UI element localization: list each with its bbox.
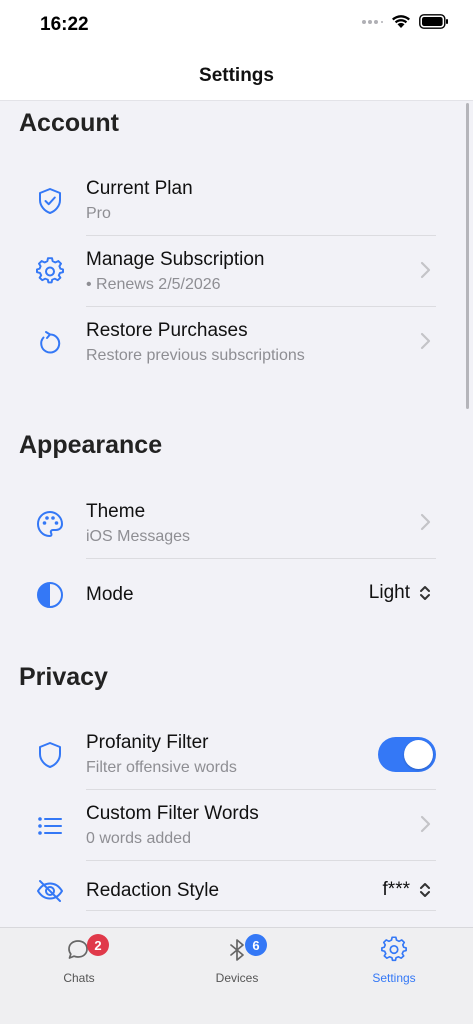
half-circle-icon <box>35 580 65 610</box>
row-subtitle: Pro <box>86 205 111 222</box>
chevron-right-icon <box>420 332 431 350</box>
chevron-up-down-icon <box>420 586 430 600</box>
row-title: Custom Filter Words <box>86 803 259 824</box>
account-group: Current Plan Pro Manage Subscription • R… <box>19 165 454 378</box>
tab-devices[interactable]: 6 Devices <box>177 934 297 986</box>
list-icon <box>35 811 65 841</box>
row-manage-subscription[interactable]: Manage Subscription • Renews 2/5/2026 <box>19 236 454 307</box>
mode-picker[interactable]: Light <box>369 582 432 604</box>
row-subtitle: Restore previous subscriptions <box>86 347 305 364</box>
row-title: Manage Subscription <box>86 249 265 270</box>
row-subtitle: Filter offensive words <box>86 759 237 776</box>
row-theme[interactable]: Theme iOS Messages <box>19 488 454 559</box>
chevron-up-down-icon <box>420 883 430 897</box>
battery-icon <box>419 14 448 29</box>
section-header-privacy: Privacy <box>19 663 108 691</box>
gear-icon <box>381 936 407 962</box>
eye-slash-icon <box>35 876 65 906</box>
wifi-icon <box>392 15 410 28</box>
tab-label: Settings <box>372 971 416 985</box>
tab-bar: 2 Chats 6 Devices Settings <box>0 927 473 1024</box>
devices-badge: 6 <box>245 934 267 956</box>
status-bar: 16:22 <box>0 0 473 52</box>
redaction-style-value: f*** <box>382 879 410 900</box>
refresh-icon <box>35 328 65 358</box>
chevron-right-icon <box>420 815 431 833</box>
privacy-group: Profanity Filter Filter offensive words … <box>19 719 454 927</box>
row-title: Restore Purchases <box>86 320 248 341</box>
row-title: Theme <box>86 501 146 522</box>
shield-icon <box>35 740 65 770</box>
tab-label: Devices <box>215 971 259 985</box>
row-title: Redaction Style <box>86 880 220 901</box>
chevron-right-icon <box>420 261 431 279</box>
tab-settings[interactable]: Settings <box>334 934 454 986</box>
status-time: 16:22 <box>40 14 89 35</box>
tab-chats[interactable]: 2 Chats <box>19 934 139 986</box>
tab-label: Chats <box>63 971 95 985</box>
row-title: Mode <box>86 584 134 605</box>
chevron-right-icon <box>420 513 431 531</box>
mode-value: Light <box>368 582 410 603</box>
nav-bar: Settings <box>0 52 473 101</box>
redaction-style-picker[interactable]: f*** <box>383 879 432 901</box>
row-custom-filter-words[interactable]: Custom Filter Words 0 words added <box>19 790 454 861</box>
status-icons <box>361 14 449 29</box>
gear-icon <box>35 257 65 287</box>
profanity-filter-toggle[interactable] <box>378 737 436 772</box>
settings-content[interactable]: Account Current Plan Pro Manage Subscrip… <box>0 101 473 927</box>
appearance-group: Theme iOS Messages Mode Light <box>19 488 454 630</box>
page-title: Settings <box>199 65 274 86</box>
shield-check-icon <box>35 186 65 216</box>
row-profanity-filter: Profanity Filter Filter offensive words <box>19 719 454 790</box>
scroll-indicator[interactable] <box>466 103 469 409</box>
signal-icon <box>362 19 383 24</box>
section-header-appearance: Appearance <box>19 431 163 459</box>
section-header-account: Account <box>19 109 119 137</box>
row-title: Profanity Filter <box>86 732 209 753</box>
row-redaction-style[interactable]: Redaction Style f*** <box>19 861 454 927</box>
row-subtitle: iOS Messages <box>86 528 191 545</box>
divider <box>86 910 436 911</box>
row-subtitle: • Renews 2/5/2026 <box>86 276 221 293</box>
chats-badge: 2 <box>87 934 109 956</box>
row-restore-purchases[interactable]: Restore Purchases Restore previous subsc… <box>19 307 454 378</box>
row-mode[interactable]: Mode Light <box>19 559 454 630</box>
row-current-plan[interactable]: Current Plan Pro <box>19 165 454 236</box>
row-title: Current Plan <box>86 178 193 199</box>
row-subtitle: 0 words added <box>86 830 191 847</box>
palette-icon <box>35 509 65 539</box>
toggle-knob <box>404 740 433 769</box>
